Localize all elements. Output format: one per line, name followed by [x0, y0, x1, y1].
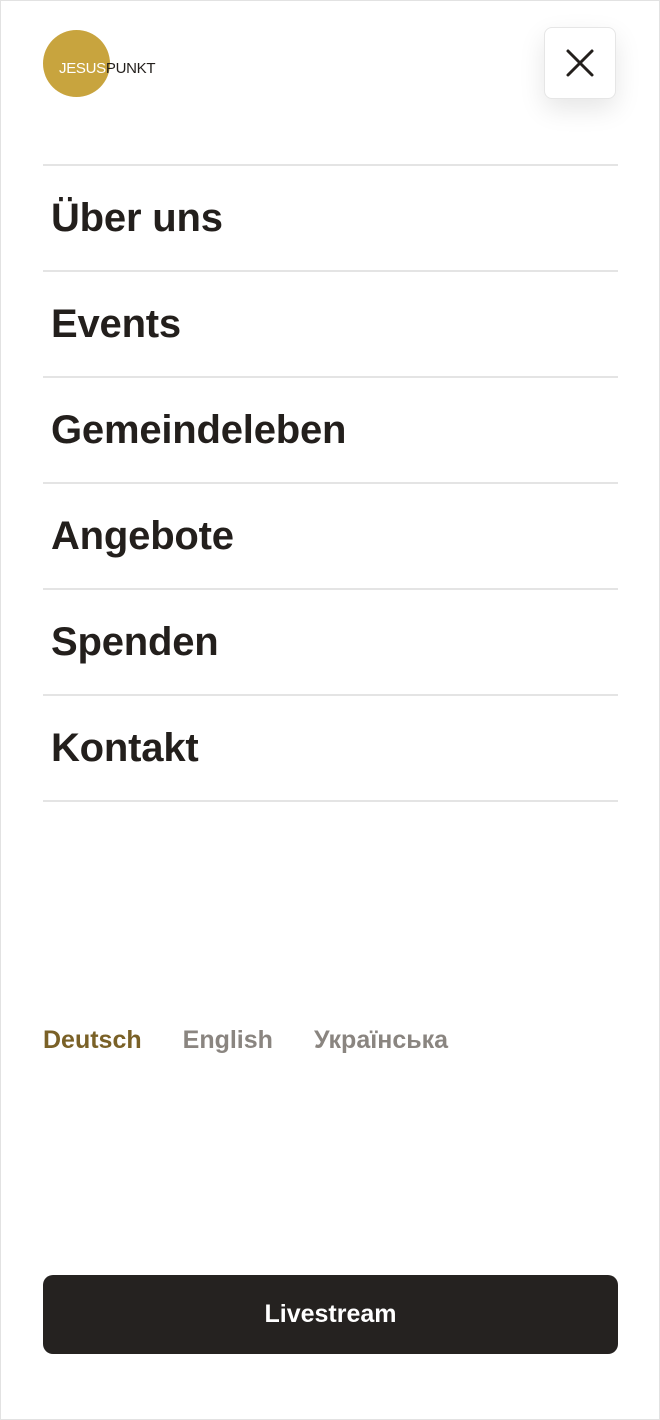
nav-item-label: Kontakt [51, 726, 199, 770]
nav-item-kontakt[interactable]: Kontakt [43, 696, 618, 802]
nav-item-gemeindeleben[interactable]: Gemeindeleben [43, 378, 618, 484]
logo-word-jesus: JESUS [59, 60, 106, 77]
main-navigation: Über uns Events Gemeindeleben Angebote S… [43, 164, 618, 802]
nav-item-label: Gemeindeleben [51, 408, 347, 452]
close-icon [566, 49, 594, 77]
close-menu-button[interactable] [544, 27, 616, 99]
nav-item-events[interactable]: Events [43, 272, 618, 378]
language-english[interactable]: English [183, 1024, 273, 1056]
language-ukrainian[interactable]: Українська [314, 1024, 448, 1056]
nav-item-label: Events [51, 302, 181, 346]
mobile-menu: JESUSPUNKT Über uns Events Gemeindeleben… [0, 0, 660, 1420]
nav-item-label: Angebote [51, 514, 234, 558]
nav-item-spenden[interactable]: Spenden [43, 590, 618, 696]
logo-word-punkt: PUNKT [105, 60, 156, 77]
language-deutsch[interactable]: Deutsch [43, 1024, 142, 1056]
nav-item-angebote[interactable]: Angebote [43, 484, 618, 590]
language-switcher: Deutsch English Українська [43, 1023, 489, 1057]
nav-item-ueber-uns[interactable]: Über uns [43, 166, 618, 272]
nav-item-label: Spenden [51, 620, 219, 664]
logo-text: JESUSPUNKT [59, 60, 156, 78]
livestream-button[interactable]: Livestream [43, 1275, 618, 1354]
jesuspunkt-logo[interactable]: JESUSPUNKT [43, 30, 183, 98]
nav-item-label: Über uns [51, 196, 223, 240]
